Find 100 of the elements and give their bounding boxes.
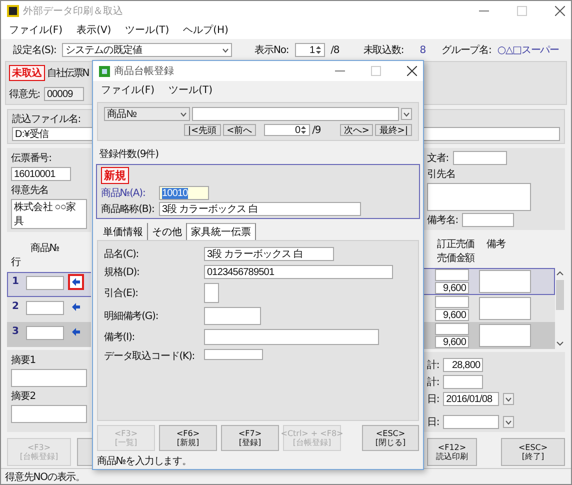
row-number: 3 bbox=[12, 326, 20, 337]
row-number: 1 bbox=[12, 276, 20, 287]
spinner-icon[interactable] bbox=[314, 45, 322, 55]
caret-icon bbox=[180, 112, 187, 116]
caret-icon bbox=[505, 420, 512, 424]
item-row[interactable]: 1 bbox=[7, 272, 91, 297]
total-label: 日: bbox=[427, 416, 440, 429]
orderer-field[interactable] bbox=[452, 151, 507, 165]
new-badge: 新規 bbox=[101, 167, 129, 184]
price-field[interactable] bbox=[435, 269, 469, 281]
slip-no-field[interactable]: 16010001 bbox=[11, 167, 71, 181]
column-header: 行 bbox=[11, 256, 20, 269]
field-label: 明細備考(G): bbox=[104, 310, 160, 323]
item-code-field[interactable] bbox=[26, 326, 64, 340]
arrow-left-icon bbox=[72, 303, 80, 311]
function-button[interactable]: <ESC> [閉じる] bbox=[362, 425, 419, 451]
price-row[interactable]: 9,600 bbox=[423, 322, 555, 349]
item-row[interactable]: 3 bbox=[7, 322, 91, 347]
nav-button[interactable]: 次へ> bbox=[340, 124, 374, 136]
search-field[interactable] bbox=[192, 107, 399, 121]
maximize-icon[interactable] bbox=[371, 66, 381, 76]
input-field[interactable]: 3段 カラーボックス 白 bbox=[204, 247, 334, 261]
memo-label: 摘要1 bbox=[11, 354, 37, 367]
note-field[interactable] bbox=[479, 297, 531, 320]
arrow-left-icon bbox=[72, 278, 80, 286]
menu-item[interactable]: ファイル(F) bbox=[101, 83, 155, 97]
tab[interactable]: 家具統一伝票 bbox=[187, 223, 256, 240]
display-no-field[interactable]: 1 bbox=[294, 43, 325, 57]
input-field[interactable] bbox=[204, 329, 379, 345]
short-name-label: 商品略称(B): bbox=[101, 202, 156, 216]
menu-item[interactable]: 表示(V) bbox=[76, 23, 112, 37]
date-field[interactable] bbox=[443, 415, 500, 429]
menu-item[interactable]: ファイル(F) bbox=[9, 23, 63, 37]
code-field[interactable]: 10010 bbox=[159, 186, 209, 200]
customer-name-field[interactable]: 株式会社 ○○家具 bbox=[11, 199, 87, 229]
note-name-field[interactable] bbox=[462, 213, 514, 227]
item-row[interactable]: 2 bbox=[7, 297, 91, 322]
file-label: 読込ファイル名: bbox=[12, 112, 81, 126]
total-label: 計: bbox=[427, 376, 440, 389]
caret-icon bbox=[403, 112, 410, 116]
amount-field[interactable]: 9,600 bbox=[435, 282, 469, 294]
memo-field[interactable] bbox=[11, 405, 87, 423]
menu-item[interactable]: ツール(T) bbox=[168, 83, 212, 97]
menu-item[interactable]: ヘルプ(H) bbox=[183, 23, 228, 37]
client-field[interactable] bbox=[427, 183, 531, 211]
maximize-icon[interactable] bbox=[517, 6, 527, 16]
date-dropdown-button[interactable] bbox=[503, 416, 514, 428]
input-field[interactable]: 0123456789501 bbox=[204, 265, 393, 279]
nav-button[interactable]: 最終>| bbox=[375, 124, 412, 136]
amount-field[interactable]: 9,600 bbox=[435, 309, 469, 321]
field-label: 品名(C): bbox=[104, 248, 140, 261]
date-field[interactable]: 2016/01/08 bbox=[443, 392, 500, 406]
slip-no-label: 伝票番号: bbox=[11, 152, 52, 165]
memo-field[interactable] bbox=[11, 369, 87, 387]
client-label: 引先名 bbox=[427, 168, 456, 181]
record-count-label: 登録件数(9件) bbox=[98, 148, 160, 162]
row-number: 2 bbox=[12, 301, 20, 312]
amount-field[interactable]: 9,600 bbox=[435, 336, 469, 348]
price-row[interactable]: 9,600 bbox=[423, 268, 555, 295]
menu-item[interactable]: ツール(T) bbox=[125, 23, 170, 37]
function-button[interactable]: <F6> [新規] bbox=[159, 425, 217, 451]
lookup-button[interactable] bbox=[68, 274, 84, 290]
price-row[interactable]: 9,600 bbox=[423, 295, 555, 322]
total-field[interactable] bbox=[443, 375, 484, 389]
short-name-field[interactable]: 3段 カラーボックス 白 bbox=[159, 202, 361, 216]
nav-button[interactable]: <前へ bbox=[222, 124, 256, 136]
note-field[interactable] bbox=[479, 324, 531, 347]
group-label: グループ名: bbox=[442, 44, 492, 57]
date-dropdown-button[interactable] bbox=[503, 393, 514, 405]
function-button[interactable]: <F7> [登録] bbox=[221, 425, 279, 451]
setting-label: 設定名(S): bbox=[13, 44, 56, 57]
price-field[interactable] bbox=[435, 323, 469, 335]
search-dropdown-button[interactable] bbox=[401, 108, 412, 120]
record-counter-field[interactable]: 0 bbox=[264, 124, 310, 136]
customer-code-field[interactable]: 00009 bbox=[44, 87, 84, 101]
dialog-title: 商品台帳登録 bbox=[114, 64, 175, 78]
input-field[interactable] bbox=[204, 283, 219, 303]
nav-button[interactable]: |<先頭 bbox=[184, 124, 221, 136]
field-label: 備考(I): bbox=[104, 330, 136, 344]
input-field[interactable] bbox=[204, 307, 261, 325]
customer-label: 得意先: bbox=[9, 88, 40, 101]
customer-name-label: 得意先名 bbox=[11, 184, 50, 197]
function-button[interactable]: <F12> 読込印刷 bbox=[427, 438, 477, 466]
setting-dropdown[interactable]: システムの既定値 bbox=[62, 43, 232, 57]
search-key-dropdown[interactable]: 商品№ bbox=[104, 107, 190, 121]
note-field[interactable] bbox=[479, 270, 531, 293]
status-badge: 未取込 bbox=[9, 65, 45, 81]
item-code-field[interactable] bbox=[26, 301, 64, 315]
caret-icon bbox=[505, 396, 512, 402]
app-icon bbox=[99, 66, 110, 76]
total-field[interactable]: 28,800 bbox=[443, 358, 484, 372]
field-label: データ取込コード(K): bbox=[104, 350, 196, 363]
input-field[interactable] bbox=[204, 349, 263, 360]
function-button[interactable]: <ESC> [終了] bbox=[501, 438, 565, 466]
close-icon[interactable] bbox=[407, 66, 417, 76]
price-field[interactable] bbox=[435, 296, 469, 308]
spinner-icon[interactable] bbox=[300, 125, 308, 135]
window-title: 外部データ印刷＆取込 bbox=[23, 4, 124, 18]
item-code-field[interactable] bbox=[26, 276, 64, 290]
close-icon[interactable] bbox=[555, 6, 565, 16]
